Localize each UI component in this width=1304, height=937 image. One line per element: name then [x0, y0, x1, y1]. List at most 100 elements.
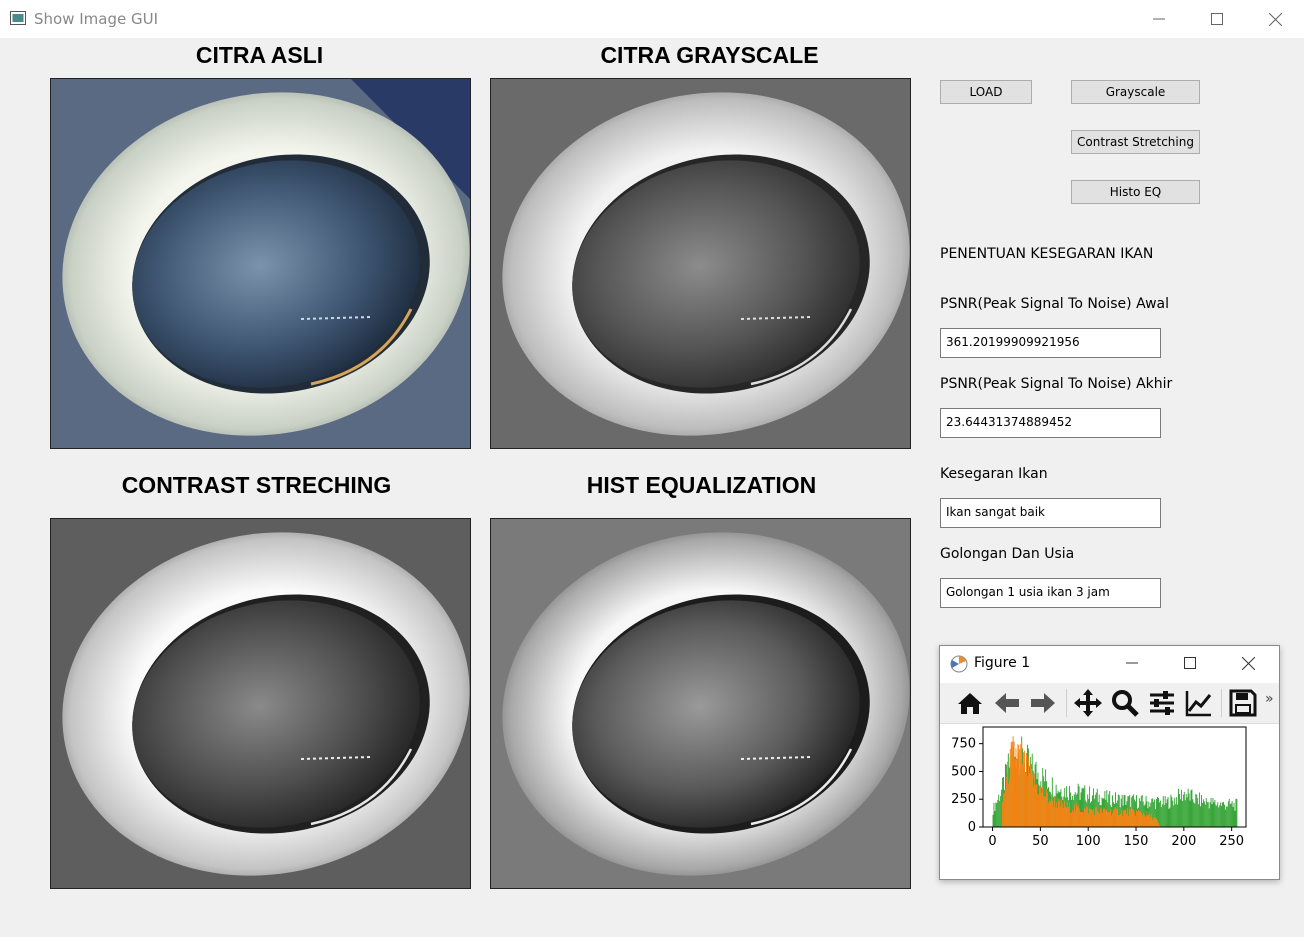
minimize-button[interactable] — [1130, 0, 1188, 38]
histogram-bar — [1157, 820, 1158, 827]
histogram-bar — [1026, 753, 1027, 827]
histogram-bar — [1234, 810, 1236, 827]
kesegaran-field[interactable]: Ikan sangat baik — [940, 498, 1161, 528]
load-button[interactable]: LOAD — [940, 80, 1032, 104]
toolbar-more[interactable]: » — [1265, 691, 1274, 707]
histogram-bar — [1037, 794, 1039, 827]
histogram-bar — [1006, 761, 1008, 827]
histogram-bar — [1194, 803, 1196, 827]
histogram-bar — [1094, 807, 1096, 827]
histogram-bar — [1215, 804, 1217, 827]
histogram-bar — [1061, 800, 1063, 827]
zoom-icon[interactable] — [1109, 687, 1141, 719]
home-icon[interactable] — [954, 687, 986, 719]
histogram-bar — [1107, 812, 1109, 827]
histogram-bar — [1219, 805, 1221, 827]
histogram-bar — [1070, 812, 1071, 827]
histogram-bar — [1206, 802, 1208, 827]
psnr-awal-field[interactable]: 361.20199909921956 — [940, 328, 1161, 358]
histogram-bar — [1097, 811, 1099, 827]
forward-icon[interactable] — [1027, 687, 1059, 719]
histogram-bar — [1016, 759, 1018, 827]
histogram-bar — [1084, 807, 1086, 827]
maximize-button[interactable] — [1188, 0, 1246, 38]
histogram-bar — [1192, 799, 1194, 827]
histogram-bar — [1140, 813, 1142, 827]
histogram-bar — [1046, 789, 1048, 827]
histogram-bar — [1216, 805, 1218, 827]
window-title: Show Image GUI — [34, 10, 159, 28]
axes-edit-icon[interactable] — [1183, 687, 1215, 719]
histogram-bar — [995, 802, 997, 827]
histogram-bar — [1210, 797, 1212, 827]
histogram-bar — [1168, 808, 1170, 827]
figure-close-button[interactable] — [1219, 646, 1277, 680]
x-tick-label: 0 — [988, 834, 996, 849]
histogram-bar — [1001, 789, 1003, 827]
histogram-bar — [1209, 802, 1211, 827]
golongan-field[interactable]: Golongan 1 usia ikan 3 jam — [940, 578, 1161, 608]
histogram-bar — [1009, 749, 1011, 827]
minimize-icon — [1126, 662, 1138, 664]
histogram-bar — [1156, 818, 1157, 827]
histogram-bar — [1047, 792, 1048, 827]
psnr-awal-label: PSNR(Peak Signal To Noise) Awal — [940, 296, 1170, 312]
back-icon[interactable] — [991, 687, 1023, 719]
histogram-bar — [1165, 803, 1167, 827]
histogram-bar — [1144, 816, 1146, 827]
contrast-stretching-image — [50, 518, 471, 889]
histogram-bar — [1010, 742, 1012, 827]
histogram-bar — [1059, 798, 1061, 827]
histogram-bar — [1109, 812, 1111, 827]
histogram-bar — [1085, 809, 1087, 827]
histogram-bar — [1054, 807, 1056, 827]
histogram-bar — [1136, 811, 1138, 827]
contrast-stretching-button[interactable]: Contrast Stretching — [1071, 130, 1200, 154]
histogram-bar — [1236, 799, 1238, 827]
figure-maximize-button[interactable] — [1161, 646, 1219, 680]
histogram-bar — [1081, 812, 1083, 827]
histogram-bar — [1101, 812, 1103, 827]
histogram-bar — [1217, 802, 1219, 827]
histogram-bar — [1103, 807, 1105, 827]
histogram-bar — [1074, 810, 1076, 827]
histogram-bar — [1029, 765, 1031, 827]
histogram-bar — [1223, 801, 1224, 827]
histogram-plot: 0 250 500 750 0 50 100 150 200 250 — [951, 726, 1247, 849]
grayscale-button[interactable]: Grayscale — [1071, 80, 1200, 104]
histogram-bar — [1172, 800, 1174, 827]
histogram-bar — [1070, 812, 1072, 827]
psnr-akhir-field[interactable]: 23.64431374889452 — [940, 408, 1161, 438]
histogram-bar — [1036, 784, 1038, 827]
histogram-bar — [1226, 806, 1228, 827]
histogram-bar — [1099, 808, 1101, 827]
histogram-bar — [1139, 811, 1141, 827]
figure-minimize-button[interactable] — [1103, 646, 1161, 680]
histogram-bar — [1060, 806, 1062, 827]
histogram-bar — [1127, 807, 1129, 827]
histogram-bar — [1125, 809, 1127, 827]
close-button[interactable] — [1246, 0, 1304, 38]
subplots-icon[interactable] — [1146, 687, 1178, 719]
histo-eq-button[interactable]: Histo EQ — [1071, 180, 1200, 204]
matplotlib-icon — [950, 655, 968, 673]
histogram-bar — [1113, 810, 1114, 827]
histogram-bar — [1082, 811, 1084, 827]
histogram-bar — [1021, 742, 1023, 827]
histogram-bar — [1108, 812, 1110, 827]
histogram-bar — [993, 802, 995, 827]
histogram-bar — [1180, 799, 1181, 827]
histogram-bar — [1067, 802, 1069, 827]
histogram-bar — [997, 799, 999, 827]
histogram-bar — [1123, 810, 1125, 827]
figure-window[interactable]: Figure 1 » 0 250 500 750 0 50 100 150 200 250 — [939, 645, 1280, 880]
histogram-bar — [1013, 741, 1015, 827]
y-tick-label: 750 — [951, 737, 976, 752]
histogram-bar — [1026, 776, 1028, 827]
histogram-bar — [999, 800, 1001, 827]
pan-icon[interactable] — [1072, 687, 1104, 719]
histeq-image-title: HIST EQUALIZATION — [586, 472, 817, 498]
save-icon[interactable] — [1227, 687, 1259, 719]
close-icon — [1268, 12, 1282, 26]
histogram-bar — [1078, 808, 1080, 827]
